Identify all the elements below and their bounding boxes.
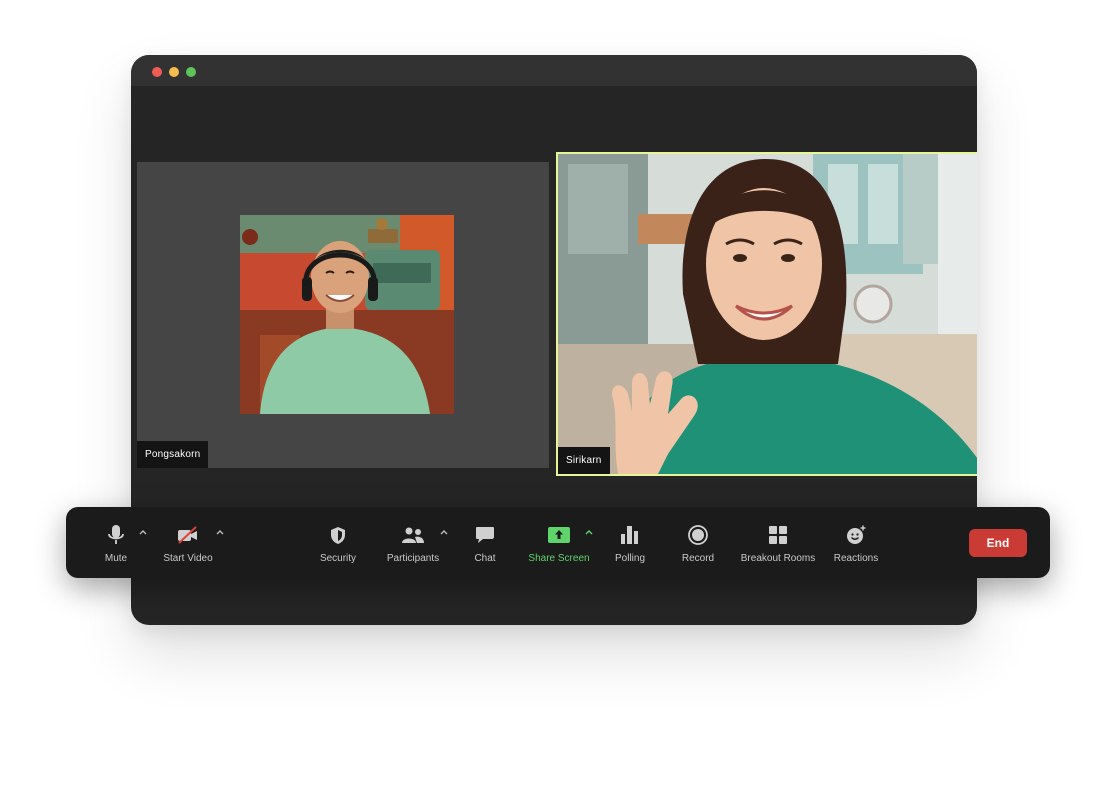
share-screen-button[interactable]: Share Screen bbox=[528, 507, 590, 578]
polling-label: Polling bbox=[614, 553, 646, 564]
bar-chart-icon bbox=[619, 524, 641, 546]
minimize-window-button[interactable] bbox=[169, 67, 179, 77]
start-video-button[interactable]: Start Video bbox=[162, 507, 214, 578]
participant-video bbox=[240, 215, 454, 414]
meeting-toolbar: Mute Start Video Security Participants C… bbox=[66, 507, 1050, 578]
chat-button[interactable]: Chat bbox=[472, 507, 498, 578]
breakout-rooms-button[interactable]: Breakout Rooms bbox=[741, 507, 815, 578]
reactions-label: Reactions bbox=[833, 553, 879, 564]
mute-button[interactable]: Mute bbox=[100, 507, 132, 578]
microphone-icon bbox=[105, 524, 127, 546]
participants-button[interactable]: Participants bbox=[385, 507, 441, 578]
record-icon bbox=[687, 524, 709, 546]
smiley-icon bbox=[845, 524, 867, 546]
start-video-label: Start Video bbox=[163, 553, 213, 564]
shield-icon bbox=[327, 524, 349, 546]
end-meeting-button[interactable]: End bbox=[969, 529, 1027, 557]
chat-label: Chat bbox=[474, 553, 496, 564]
share-screen-label: Share Screen bbox=[528, 553, 590, 564]
video-off-icon bbox=[177, 524, 199, 546]
grid-icon bbox=[767, 524, 789, 546]
polling-button[interactable]: Polling bbox=[614, 507, 646, 578]
chevron-up-icon[interactable] bbox=[215, 527, 225, 537]
security-button[interactable]: Security bbox=[319, 507, 357, 578]
maximize-window-button[interactable] bbox=[186, 67, 196, 77]
chevron-up-icon[interactable] bbox=[439, 527, 449, 537]
participant-name-tag: Sirikarn bbox=[558, 447, 610, 474]
people-icon bbox=[402, 524, 424, 546]
participant-name-tag: Pongsakorn bbox=[137, 441, 209, 468]
mute-label: Mute bbox=[104, 553, 128, 564]
close-window-button[interactable] bbox=[152, 67, 162, 77]
chat-bubble-icon bbox=[474, 524, 496, 546]
participant-tile-pongsakorn[interactable]: Pongsakorn bbox=[137, 162, 549, 468]
title-bar bbox=[131, 55, 977, 86]
chevron-up-icon[interactable] bbox=[584, 527, 594, 537]
participant-tile-sirikarn[interactable]: Sirikarn bbox=[556, 152, 977, 476]
breakout-rooms-label: Breakout Rooms bbox=[740, 553, 816, 564]
chevron-up-icon[interactable] bbox=[138, 527, 148, 537]
record-label: Record bbox=[681, 553, 715, 564]
record-button[interactable]: Record bbox=[680, 507, 716, 578]
participant-video bbox=[558, 154, 977, 474]
participants-label: Participants bbox=[386, 553, 440, 564]
share-screen-icon bbox=[548, 524, 570, 546]
reactions-button[interactable]: Reactions bbox=[833, 507, 879, 578]
security-label: Security bbox=[319, 553, 357, 564]
